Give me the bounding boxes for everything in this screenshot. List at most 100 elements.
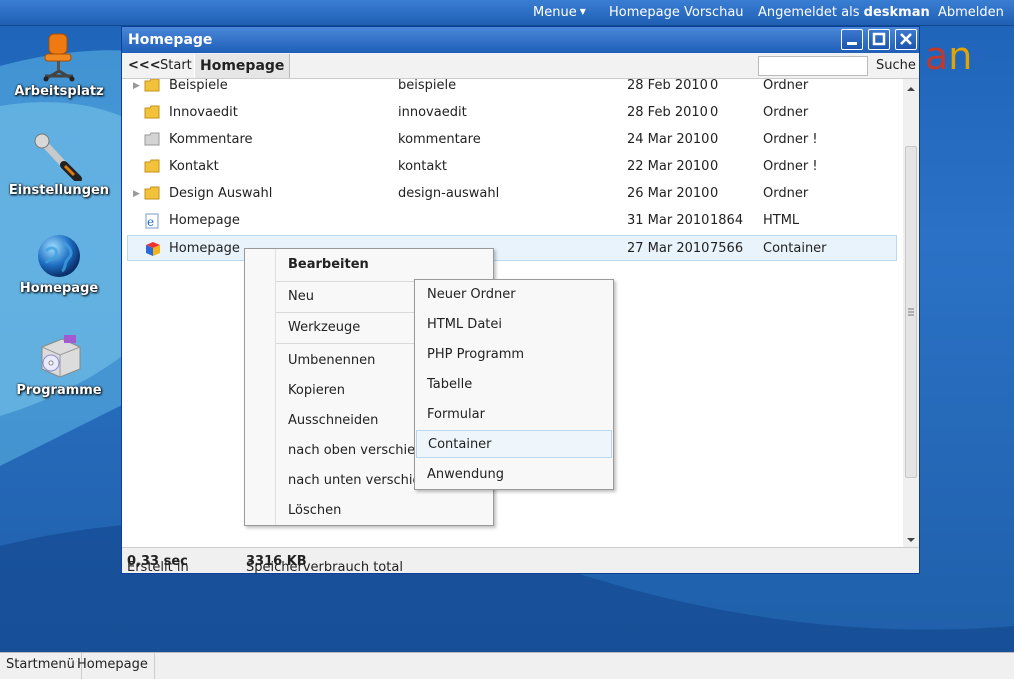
desktop-icon-programme[interactable]: Programme [0,333,119,398]
scrollbar-thumb[interactable] [905,146,917,478]
file-size: 1864 [710,213,744,228]
html-file-icon: e [145,213,159,229]
window-toolbar: <<< Start Homepage Suche [122,53,919,79]
file-size: 0 [710,79,719,93]
maximize-button[interactable] [868,29,890,50]
close-button[interactable] [895,29,917,50]
file-size: 0 [710,159,719,174]
submenu-item-html-datei[interactable]: HTML Datei [415,310,613,340]
globe-icon [38,235,80,277]
submenu-item-tabelle[interactable]: Tabelle [415,370,613,400]
file-size: 0 [710,105,719,120]
file-date: 24 Mar 2010 [627,132,710,147]
window-title: Homepage [128,32,213,48]
menu-item-bearbeiten[interactable]: Bearbeiten [245,250,493,280]
desktop-icon-label: Arbeitsplatz [14,84,104,99]
search-input[interactable] [758,56,868,76]
logged-in-status: Angemeldet als deskman [758,5,930,20]
desktop-icon-einstellungen[interactable]: Einstellungen [0,133,119,198]
expand-arrow-icon[interactable]: ▶ [133,81,140,91]
folder-icon [144,159,160,173]
file-name: Design Auswahl [169,186,273,201]
table-row[interactable]: Innovaedit innovaedit 28 Feb 2010 0 Ordn… [127,100,897,126]
minimize-button[interactable] [841,29,863,50]
file-size: 0 [710,186,719,201]
wrench-icon [34,133,82,181]
file-name: Kontakt [169,159,219,174]
breadcrumb-start[interactable]: Start [160,58,192,73]
file-alias: design-auswahl [398,186,500,201]
submenu-item-container[interactable]: Container [416,430,612,458]
file-name: Homepage [169,213,240,228]
file-type: Ordner [763,79,809,93]
menu-item-loeschen[interactable]: Löschen [245,496,493,526]
expand-arrow-icon[interactable]: ▶ [133,189,140,199]
folder-icon [144,105,160,119]
svg-text:e: e [147,215,154,229]
taskbar-start-menu[interactable]: Startmenü [0,653,82,679]
vertical-scrollbar[interactable] [903,79,919,547]
folder-gray-icon [144,132,160,146]
submenu-item-neuer-ordner[interactable]: Neuer Ordner [415,280,613,310]
file-type: Ordner [763,105,809,120]
office-chair-icon [43,33,75,82]
submenu-neu: Neuer Ordner HTML Datei PHP Programm Tab… [414,279,614,490]
file-type: Ordner [763,186,809,201]
status-memory: Speicherverbrauch total 3316 KB [246,554,403,575]
status-created: Erstellt in 0,33 sec [127,554,189,575]
scroll-up-icon[interactable] [903,82,919,96]
taskbar-window-homepage[interactable]: Homepage [71,653,155,679]
caret-down-icon: ▼ [579,7,586,16]
file-alias: beispiele [398,79,457,93]
brand-logo: an© [925,34,987,78]
folder-icon [144,186,160,200]
file-type: Container [763,241,827,256]
file-alias: kommentare [398,132,481,147]
table-row[interactable]: ▶ Beispiele beispiele 28 Feb 2010 0 Ordn… [127,79,897,99]
software-box-icon [41,335,81,378]
desktop-icon-homepage[interactable]: Homepage [0,233,119,296]
submenu-item-formular[interactable]: Formular [415,400,613,430]
table-row[interactable]: Kontakt kontakt 22 Mar 2010 0 Ordner ! [127,154,897,180]
submenu-item-anwendung[interactable]: Anwendung [415,460,613,490]
file-date: 28 Feb 2010 [627,79,708,93]
window-titlebar[interactable]: Homepage [122,27,919,53]
taskbar: Startmenü Homepage [0,652,1014,679]
file-date: 27 Mar 2010 [627,241,710,256]
desktop-icon-label: Homepage [19,281,99,296]
table-row[interactable]: ▶ Design Auswahl design-auswahl 26 Mar 2… [127,181,897,207]
table-row[interactable]: Kommentare kommentare 24 Mar 2010 0 Ordn… [127,127,897,153]
search-button[interactable]: Suche [876,58,916,73]
file-alias: kontakt [398,159,447,174]
desktop-icon-arbeitsplatz[interactable]: Arbeitsplatz [0,32,119,99]
table-row[interactable]: e Homepage 31 Mar 2010 1864 HTML [127,208,897,234]
minimize-icon [847,42,857,45]
scroll-down-icon[interactable] [903,533,919,547]
file-date: 28 Feb 2010 [627,105,708,120]
file-type: Ordner ! [763,132,818,147]
file-alias: innovaedit [398,105,467,120]
file-size: 7566 [710,241,744,256]
desktop-icon-label: Einstellungen [8,183,110,198]
menu-dropdown[interactable]: Menue ▼ [533,5,586,20]
close-icon [900,33,912,45]
file-name: Innovaedit [169,105,238,120]
container-cube-icon [146,242,160,256]
desktop-icon-label: Programme [16,383,102,398]
file-name: Homepage [169,241,240,256]
top-bar: Menue ▼ Homepage Vorschau Angemeldet als … [0,0,1014,26]
logout-link[interactable]: Abmelden [938,5,1004,20]
file-date: 31 Mar 2010 [627,213,710,228]
file-name: Beispiele [169,79,228,93]
maximize-icon [872,32,886,46]
back-button[interactable]: <<< [128,58,161,73]
submenu-item-php-programm[interactable]: PHP Programm [415,340,613,370]
breadcrumb-current[interactable]: Homepage [194,54,291,78]
table-row-selected[interactable]: Homepage 27 Mar 2010 7566 Container [127,235,897,261]
file-date: 22 Mar 2010 [627,159,710,174]
file-type: Ordner ! [763,159,818,174]
file-date: 26 Mar 2010 [627,186,710,201]
grip-icon [908,308,914,316]
username: deskman [863,5,930,20]
homepage-preview-link[interactable]: Homepage Vorschau [609,5,744,20]
